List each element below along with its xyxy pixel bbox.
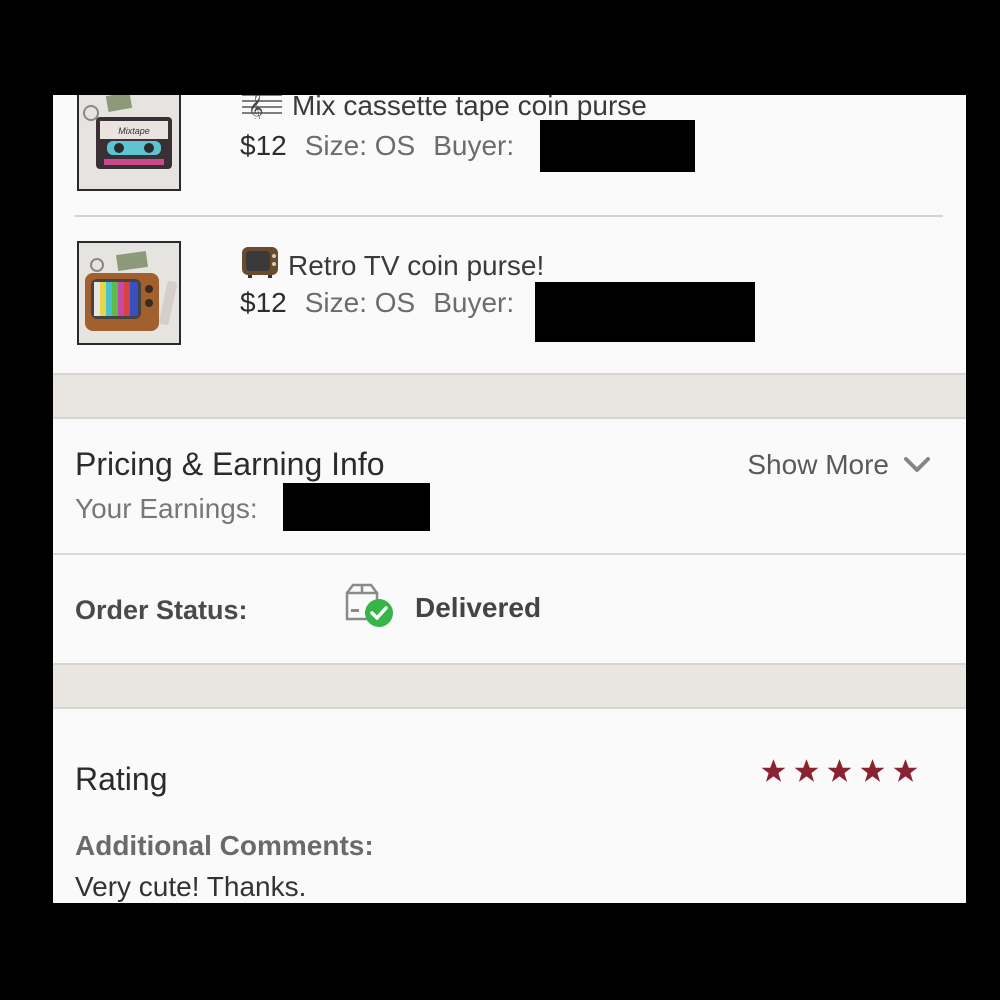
show-more-button[interactable]: Show More bbox=[747, 449, 931, 481]
star-icon bbox=[827, 759, 852, 782]
redacted-earnings bbox=[283, 483, 430, 531]
section-divider bbox=[53, 553, 966, 555]
svg-text:𝄞: 𝄞 bbox=[248, 95, 263, 119]
item-meta: $12 Size: OS Buyer: bbox=[240, 130, 532, 162]
star-icon bbox=[794, 759, 819, 782]
section-separator bbox=[53, 373, 966, 419]
item-price: $12 bbox=[240, 287, 287, 318]
rating-stars bbox=[760, 758, 919, 784]
redacted-buyer bbox=[535, 282, 755, 342]
redacted-buyer bbox=[540, 120, 695, 172]
item-size: Size: OS bbox=[304, 130, 416, 161]
list-item[interactable]: Mixtape 𝄞 Mix cassette tape coin purse $… bbox=[53, 95, 966, 215]
item-divider bbox=[75, 215, 943, 217]
item-thumbnail-cassette[interactable]: Mixtape bbox=[77, 95, 181, 191]
chevron-down-icon bbox=[903, 449, 931, 481]
television-icon bbox=[240, 243, 280, 286]
buyer-label: Buyer: bbox=[433, 130, 515, 161]
show-more-label: Show More bbox=[747, 449, 889, 480]
order-status-label: Order Status: bbox=[75, 595, 248, 625]
star-icon bbox=[893, 759, 918, 782]
star-icon bbox=[761, 759, 786, 782]
delivered-box-icon bbox=[343, 583, 399, 636]
cassette-label-text: Mixtape bbox=[118, 126, 150, 136]
item-price: $12 bbox=[240, 130, 287, 161]
star-icon bbox=[860, 759, 885, 782]
earnings-label: Your Earnings: bbox=[75, 493, 258, 524]
buyer-label: Buyer: bbox=[433, 287, 515, 318]
item-meta: $12 Size: OS Buyer: bbox=[240, 287, 532, 319]
item-title[interactable]: Retro TV coin purse! bbox=[240, 243, 544, 286]
music-staff-icon: 𝄞 bbox=[240, 95, 284, 126]
pricing-section-title: Pricing & Earning Info bbox=[75, 446, 385, 482]
item-size: Size: OS bbox=[304, 287, 416, 318]
comments-text: Very cute! Thanks. bbox=[75, 871, 307, 902]
comments-label: Additional Comments: bbox=[75, 830, 374, 861]
rating-title: Rating bbox=[75, 761, 168, 797]
order-details-screen: Mixtape 𝄞 Mix cassette tape coin purse $… bbox=[53, 95, 966, 903]
item-thumbnail-retro-tv[interactable] bbox=[77, 241, 181, 345]
section-separator bbox=[53, 663, 966, 709]
order-status-value: Delivered bbox=[415, 592, 542, 623]
list-item[interactable]: Retro TV coin purse! $12 Size: OS Buyer: bbox=[53, 235, 966, 355]
